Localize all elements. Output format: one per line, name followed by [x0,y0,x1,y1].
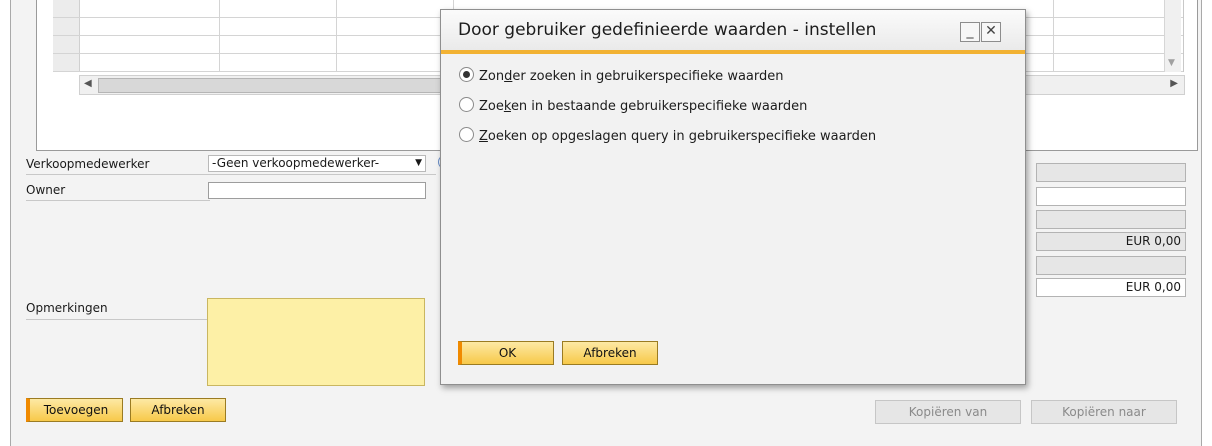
radio-icon[interactable] [459,97,474,112]
owner-field[interactable] [208,182,426,199]
totals-field [1036,210,1186,229]
divider [26,200,210,201]
scroll-right-icon[interactable]: ▶ [1170,78,1178,89]
column-divider [219,0,220,72]
scroll-left-icon[interactable]: ◀ [84,78,92,89]
radio-option-no-search[interactable]: Zonder zoeken in gebruikerspecifieke waa… [459,67,783,84]
totals-field[interactable] [1036,187,1186,206]
column-divider [1053,0,1054,72]
dialog-cancel-button[interactable]: Afbreken [562,341,658,365]
total-amount: EUR 0,00 [1036,278,1186,297]
cancel-button[interactable]: Afbreken [130,398,226,422]
totals-field [1036,256,1186,275]
divider [26,174,436,175]
remarks-field[interactable] [207,298,425,386]
copy-to-button[interactable]: Kopiëren naar [1031,400,1177,424]
scroll-down-icon[interactable]: ▼ [1168,58,1175,68]
totals-field [1036,163,1186,182]
chevron-down-icon[interactable]: ▼ [415,156,422,171]
column-divider [336,0,337,72]
minimize-icon[interactable]: _ [960,22,980,42]
ok-button[interactable]: OK [458,341,554,365]
udf-settings-dialog: Door gebruiker gedefinieerde waarden - i… [440,9,1026,385]
add-button[interactable]: Toevoegen [26,398,123,422]
remarks-label: Opmerkingen [26,301,108,315]
radio-icon[interactable] [459,67,474,82]
dialog-title-bar[interactable]: Door gebruiker gedefinieerde waarden - i… [441,10,1025,54]
copy-from-button[interactable]: Kopiëren van [875,400,1021,424]
radio-option-existing-values[interactable]: Zoeken in bestaande gebruikerspecifieke … [459,97,807,114]
divider [26,319,210,320]
sales-employee-label: Verkoopmedewerker [26,157,150,171]
close-icon[interactable]: ✕ [981,22,1001,42]
radio-icon[interactable] [459,127,474,142]
owner-label: Owner [26,183,66,197]
sales-employee-combo[interactable]: -Geen verkoopmedewerker- ▼ [208,155,426,172]
dialog-title: Door gebruiker gedefinieerde waarden - i… [458,20,877,40]
radio-option-saved-query[interactable]: Zoeken op opgeslagen query in gebruikers… [459,127,876,144]
sales-employee-value: -Geen verkoopmedewerker- [212,156,380,170]
vertical-scrollbar[interactable]: ▼ [1164,0,1181,72]
total-amount: EUR 0,00 [1036,232,1186,251]
